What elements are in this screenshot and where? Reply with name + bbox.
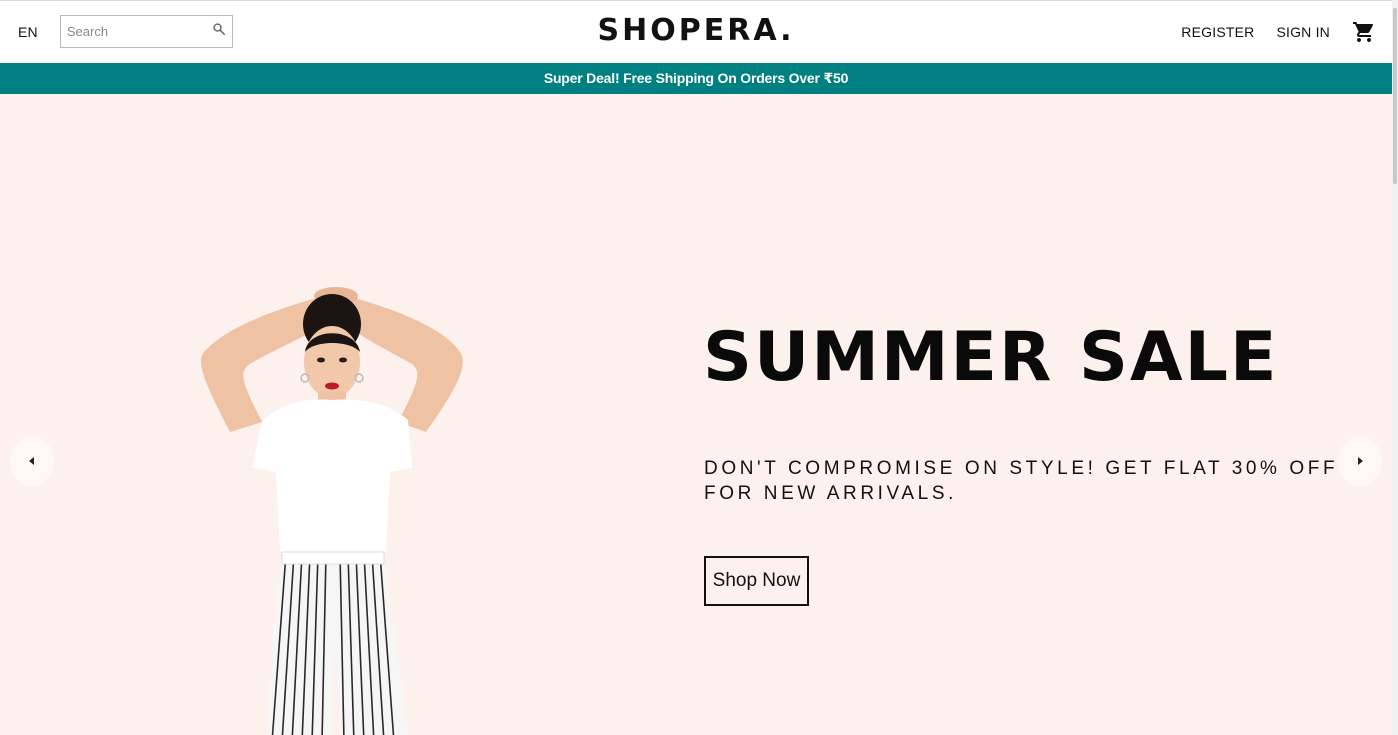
- hero-description: DON'T COMPROMISE ON STYLE! GET FLAT 30% …: [704, 458, 1339, 504]
- page-scrollbar[interactable]: [1392, 0, 1398, 735]
- announcement-text: Super Deal! Free Shipping On Orders Over…: [543, 70, 849, 86]
- slider-next-button[interactable]: [1338, 436, 1382, 486]
- navbar: EN SHOPERA. REGISTER SIGN IN: [0, 0, 1392, 63]
- cart-icon[interactable]: [1352, 20, 1376, 44]
- chevron-right-icon: [1358, 457, 1363, 465]
- register-link[interactable]: REGISTER: [1181, 24, 1254, 40]
- scrollbar-thumb[interactable]: [1393, 8, 1397, 184]
- hero-model-image: [201, 287, 463, 735]
- announcement-bar: Super Deal! Free Shipping On Orders Over…: [0, 63, 1392, 94]
- chevron-left-icon: [29, 457, 34, 465]
- sign-in-link[interactable]: SIGN IN: [1276, 24, 1330, 40]
- page: EN SHOPERA. REGISTER SIGN IN Super Deal!…: [0, 0, 1398, 735]
- slider-prev-button[interactable]: [10, 436, 54, 486]
- logo-text: SHOPERA.: [597, 13, 795, 48]
- hero-title: SUMMER SALE: [703, 318, 1279, 397]
- hero-slider: SUMMER SALE DON'T COMPROMISE ON STYLE! G…: [0, 94, 1392, 735]
- shop-now-button[interactable]: Shop Now: [704, 556, 809, 606]
- navbar-right: REGISTER SIGN IN: [1181, 17, 1376, 47]
